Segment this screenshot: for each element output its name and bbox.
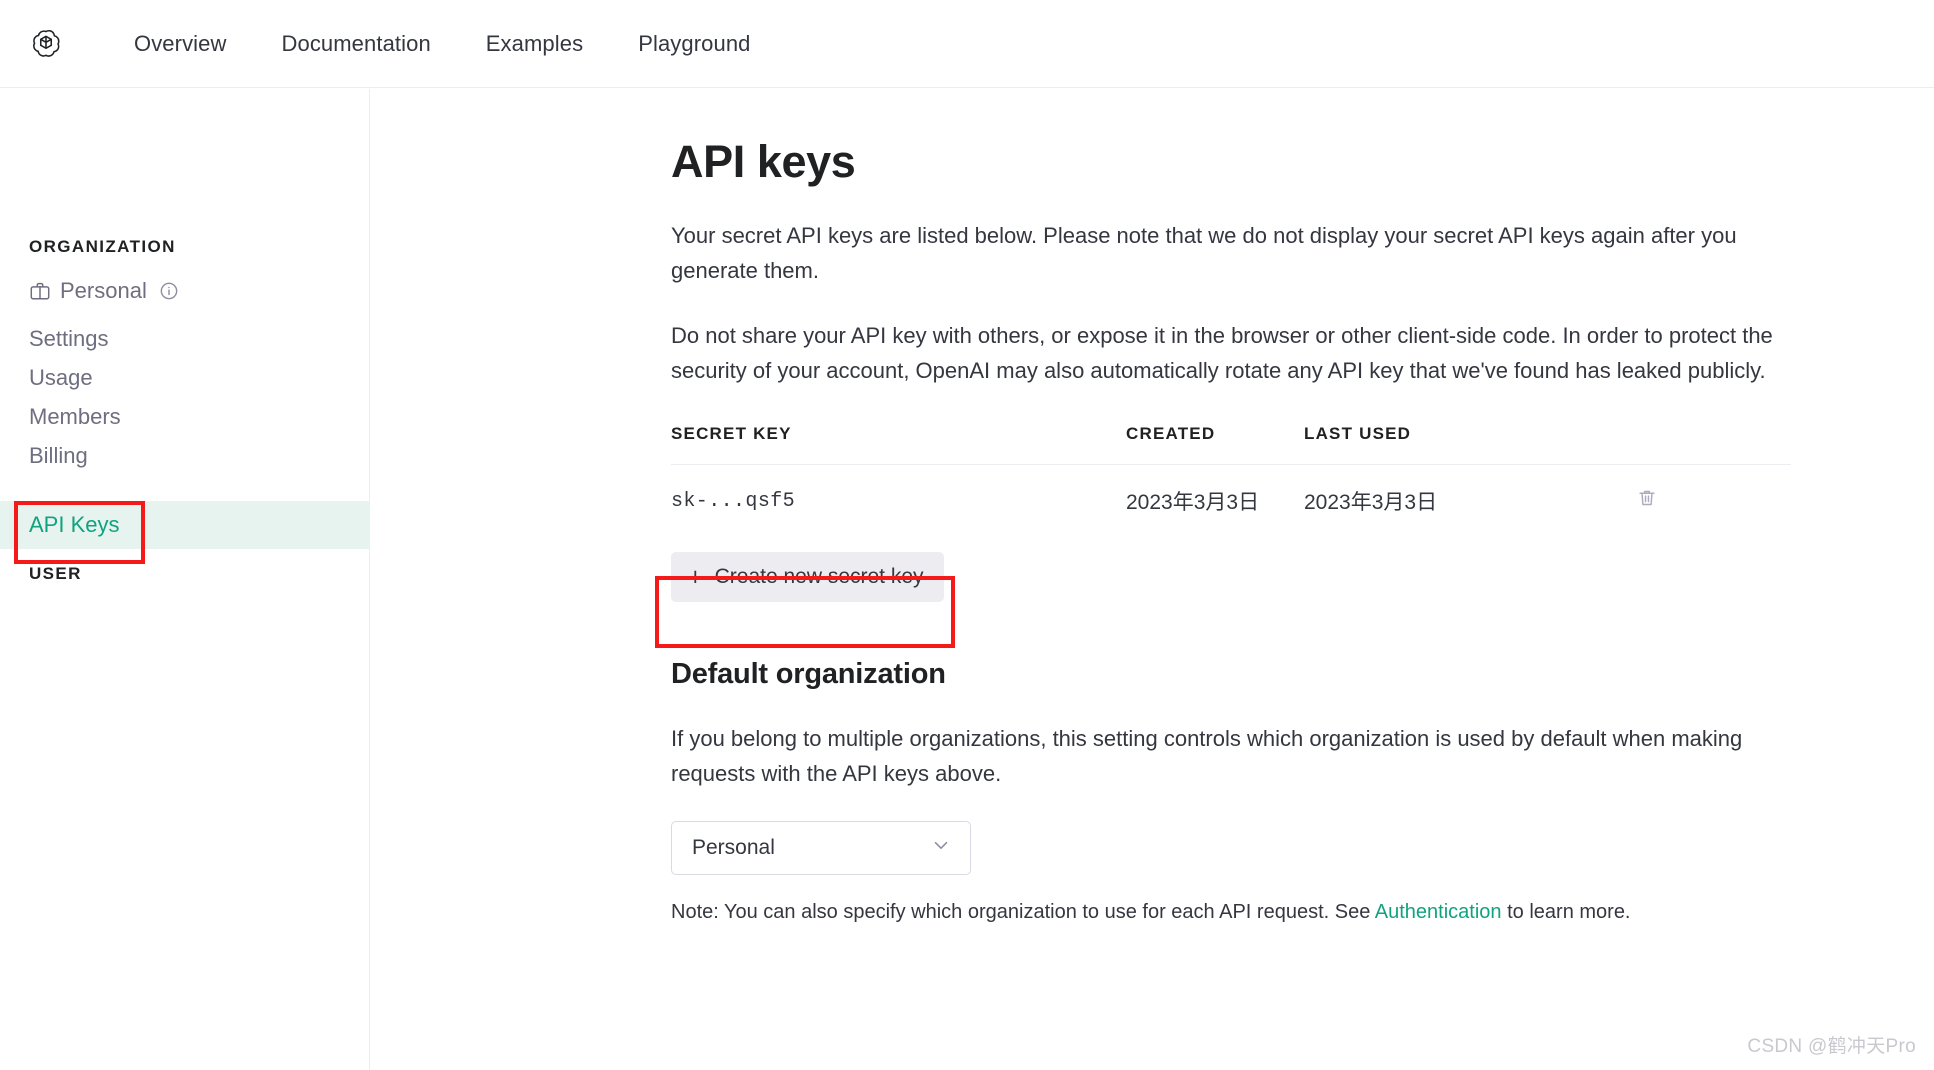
openai-logo[interactable] (29, 27, 63, 61)
column-header-secret-key: SECRET KEY (671, 424, 1126, 465)
cell-actions (1564, 465, 1791, 535)
table-header-row: SECRET KEY CREATED LAST USED (671, 424, 1791, 465)
column-header-last-used: LAST USED (1304, 424, 1564, 465)
trash-icon (1636, 487, 1658, 512)
table-row: sk-...qsf5 2023年3月3日 2023年3月3日 (671, 465, 1791, 535)
sidebar-item-settings-label: Settings (29, 326, 109, 351)
note-prefix: Note: You can also specify which organiz… (671, 901, 1375, 923)
plus-icon: + (688, 562, 703, 591)
sidebar-item-billing[interactable]: Billing (0, 432, 370, 480)
intro-paragraph-2: Do not share your API key with others, o… (671, 323, 1773, 383)
cell-secret-key: sk-...qsf5 (671, 489, 796, 513)
default-organization-select-value: Personal (692, 836, 775, 859)
cell-created: 2023年3月3日 (1126, 491, 1260, 514)
sidebar-section-organization-label: ORGANIZATION (29, 237, 176, 256)
sidebar-item-billing-label: Billing (29, 443, 88, 468)
cell-last-used: 2023年3月3日 (1304, 491, 1438, 514)
authentication-link[interactable]: Authentication (1375, 901, 1502, 923)
sidebar-item-personal[interactable]: Personal (0, 267, 370, 315)
delete-key-button[interactable] (1636, 487, 1658, 512)
sidebar-section-user-label: USER (29, 564, 82, 583)
main-content: API keys Your secret API keys are listed… (371, 89, 1934, 1070)
main-nav: Overview Documentation Examples Playgrou… (134, 25, 751, 63)
sidebar-item-api-keys-label: API Keys (29, 512, 120, 537)
default-organization-description: If you belong to multiple organizations,… (671, 726, 1743, 786)
sidebar-item-members-label: Members (29, 404, 121, 429)
sidebar-item-usage-label: Usage (29, 365, 93, 390)
default-organization-select[interactable]: Personal (671, 821, 971, 875)
note-suffix: to learn more. (1501, 901, 1631, 923)
default-organization-note: Note: You can also specify which organiz… (671, 901, 1811, 924)
api-keys-table: SECRET KEY CREATED LAST USED sk-...qsf5 … (671, 424, 1791, 534)
nav-link-documentation[interactable]: Documentation (282, 25, 431, 63)
chevron-down-icon (930, 834, 952, 862)
sidebar-item-api-keys[interactable]: API Keys (0, 501, 370, 549)
intro-paragraph-1: Your secret API keys are listed below. P… (671, 223, 1737, 283)
watermark: CSDN @鹤冲天Pro (1747, 1036, 1916, 1057)
nav-link-overview[interactable]: Overview (134, 25, 227, 63)
column-header-created: CREATED (1126, 424, 1304, 465)
sidebar: ORGANIZATION Personal Settings Usage Mem… (0, 89, 370, 1070)
create-new-secret-key-button[interactable]: + Create new secret key (671, 552, 944, 602)
column-header-actions (1564, 424, 1791, 465)
sidebar-item-personal-label: Personal (60, 278, 147, 303)
nav-link-examples[interactable]: Examples (486, 25, 583, 63)
top-navigation-bar: Overview Documentation Examples Playgrou… (0, 0, 1934, 88)
info-circle-icon[interactable] (159, 281, 179, 301)
default-organization-title: Default organization (671, 658, 946, 690)
create-new-secret-key-label: Create new secret key (714, 565, 924, 588)
briefcase-icon (29, 280, 51, 302)
nav-link-playground[interactable]: Playground (638, 25, 750, 63)
page-title: API keys (671, 136, 856, 187)
